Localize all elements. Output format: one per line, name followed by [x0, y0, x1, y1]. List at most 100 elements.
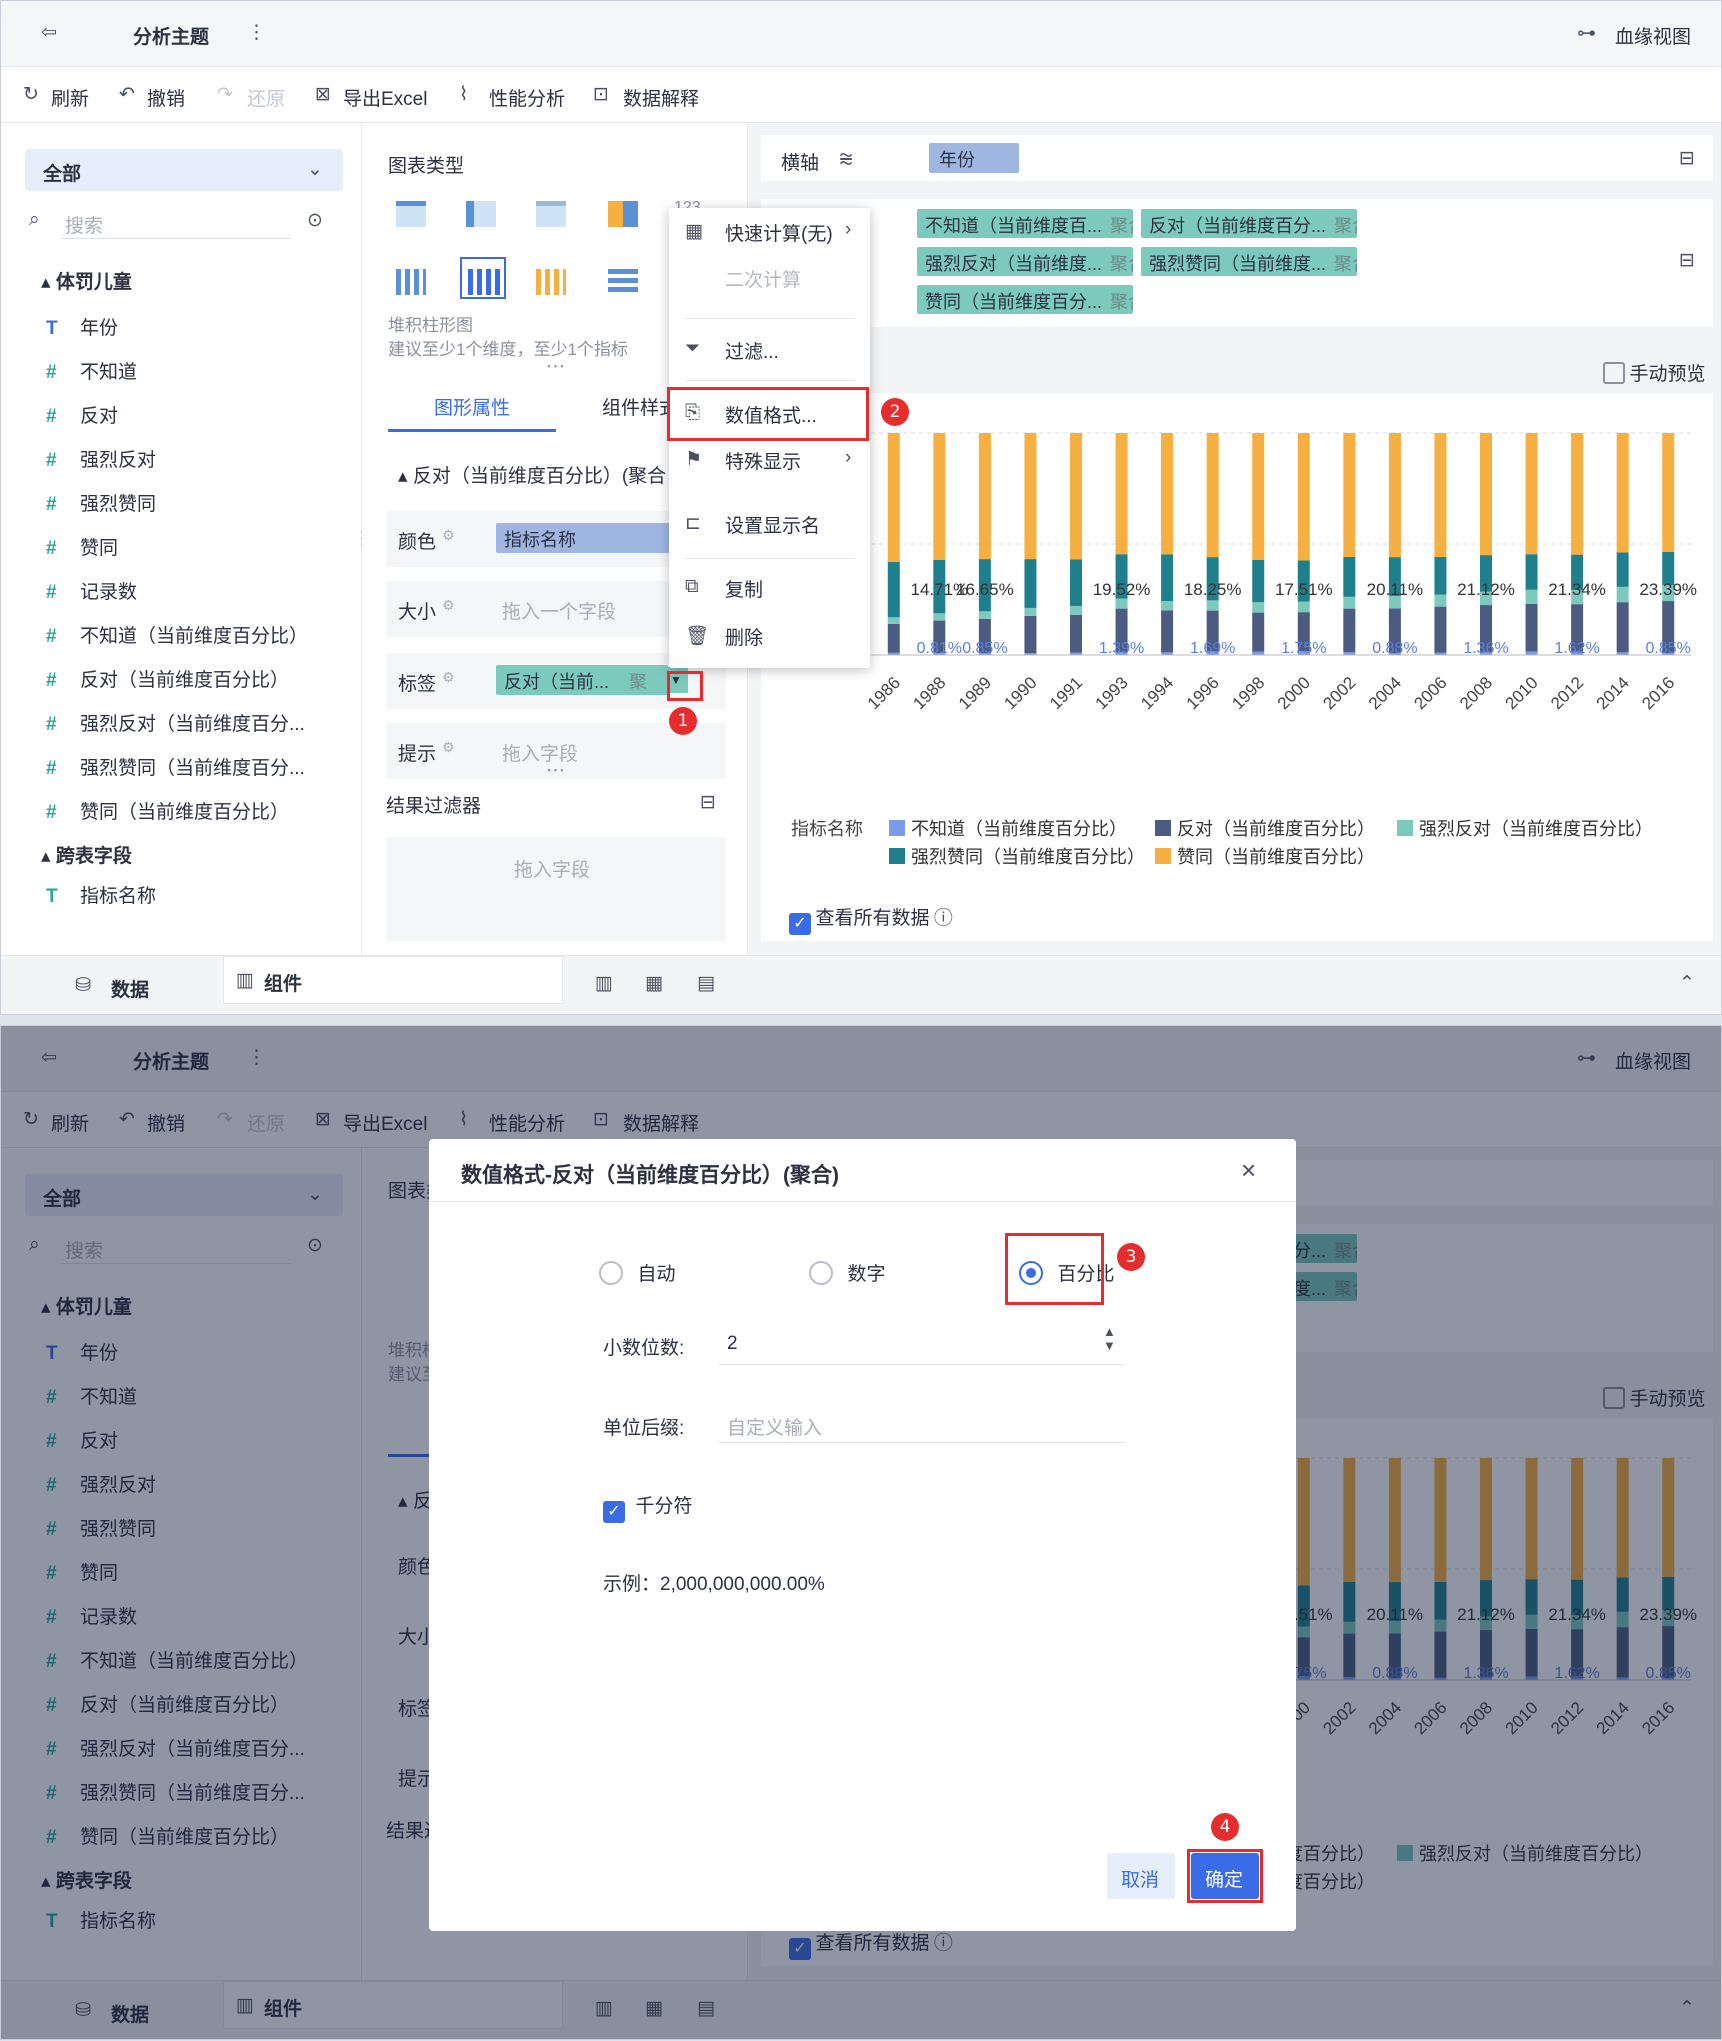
menu-second-calc[interactable]: 二次计算: [669, 254, 870, 300]
add-table-icon[interactable]: ▦: [645, 972, 663, 995]
field-item[interactable]: # 记录数: [46, 577, 137, 604]
field-item[interactable]: T 年份: [46, 313, 118, 340]
step-3-highlight: [1005, 1233, 1104, 1305]
menu-special-label: 特殊显示: [725, 452, 802, 473]
bar-segment: [1525, 433, 1538, 555]
excel-icon[interactable]: ⊠: [315, 83, 331, 106]
x-field-pill[interactable]: 年份: [929, 143, 1019, 173]
y-field-pill[interactable]: 不知道（当前维度百... 聚合: [917, 209, 1133, 238]
performance-button[interactable]: 性能分析: [489, 84, 565, 111]
y-field-pill[interactable]: 强烈反对（当前维度... 聚合: [917, 247, 1133, 276]
field-item[interactable]: # 强烈反对（当前维度百分...: [46, 709, 305, 736]
group-title[interactable]: ▴ 体罚儿童: [41, 267, 132, 294]
field-item[interactable]: # 强烈反对: [46, 445, 156, 472]
field-item[interactable]: # 不知道（当前维度百分比）: [46, 621, 308, 648]
field-item[interactable]: # 强烈赞同（当前维度百分...: [46, 753, 305, 780]
more-options-icon[interactable]: ⊙: [307, 209, 323, 232]
gear-icon[interactable]: ⚙: [442, 739, 455, 756]
export-excel-button[interactable]: 导出Excel: [343, 84, 427, 111]
refresh-button[interactable]: 刷新: [51, 84, 89, 111]
axis-settings-icon[interactable]: ⊟: [1679, 147, 1695, 170]
detail-table-icon[interactable]: [536, 201, 566, 227]
menu-filter[interactable]: ⏷ 过滤...: [669, 326, 870, 372]
field-item[interactable]: # 强烈赞同: [46, 489, 156, 516]
drag-handle-icon[interactable]: ⋯: [546, 759, 565, 782]
redo-button[interactable]: 还原: [247, 84, 285, 111]
info-icon[interactable]: ⓘ: [934, 908, 953, 929]
cross-table-icon[interactable]: [466, 201, 496, 227]
exit-icon[interactable]: ⇦: [41, 21, 57, 44]
manual-preview-checkbox[interactable]: 手动预览: [1603, 359, 1705, 386]
tooltip-drop-zone[interactable]: 拖入字段: [502, 739, 578, 766]
cross-group-title[interactable]: ▴ 跨表字段: [41, 841, 132, 868]
horizontal-bar-icon[interactable]: [608, 269, 638, 295]
stepper-icon[interactable]: ▲ ▼: [1103, 1325, 1116, 1353]
stacked-bar-icon[interactable]: [460, 257, 506, 299]
menu-display-name[interactable]: ⊏ 设置显示名: [669, 500, 870, 546]
axis-settings-icon[interactable]: ⊟: [1679, 249, 1695, 272]
scope-select[interactable]: 全部 ⌄: [25, 149, 343, 191]
explain-icon[interactable]: ⊡: [593, 83, 609, 106]
radio-auto[interactable]: 自动: [599, 1259, 675, 1286]
field-item[interactable]: # 反对（当前维度百分比）: [46, 665, 289, 692]
component-tab[interactable]: ▥ 组件: [223, 956, 563, 1004]
undo-button[interactable]: 撤销: [147, 84, 185, 111]
field-item[interactable]: # 反对: [46, 401, 118, 428]
tab-shape-properties[interactable]: 图形属性: [434, 393, 510, 420]
chart-canvas: 0.00%%%..反/（比1986198814.71%0.81%198916.6…: [761, 393, 1713, 941]
field-item[interactable]: # 赞同（当前维度百分比）: [46, 797, 289, 824]
collapse-up-icon[interactable]: ⌃: [1679, 972, 1695, 995]
field-item[interactable]: # 赞同: [46, 533, 118, 560]
add-chart-icon[interactable]: ▥: [595, 972, 613, 995]
undo-icon[interactable]: ↶: [119, 83, 135, 106]
block-chart-icon[interactable]: [608, 201, 638, 227]
gear-icon[interactable]: ⚙: [442, 527, 455, 544]
data-tab[interactable]: 数据: [111, 975, 149, 1002]
bar-segment: [1024, 559, 1037, 608]
table-chart-icon[interactable]: [396, 201, 426, 227]
bar-segment: [978, 433, 991, 560]
menu-quick-calc[interactable]: ▦ 快速计算(无) ›: [669, 208, 870, 254]
menu-delete[interactable]: 🗑 删除: [669, 612, 870, 658]
field-item[interactable]: T 指标名称: [46, 881, 156, 908]
cancel-button[interactable]: 取消: [1107, 1853, 1175, 1899]
radio-number[interactable]: 数字: [809, 1259, 885, 1286]
color-field-pill[interactable]: 指标名称: [496, 523, 696, 553]
y-field-pill[interactable]: 反对（当前维度百分... 聚合: [1141, 209, 1357, 238]
view-all-data-checkbox[interactable]: ✓ 查看所有数据 ⓘ: [789, 903, 953, 935]
y-field-pill[interactable]: 赞同（当前维度百分... 聚合: [917, 285, 1133, 314]
unit-input[interactable]: 自定义输入: [719, 1401, 1125, 1443]
performance-icon[interactable]: ⌇: [459, 83, 468, 106]
size-drop-zone[interactable]: 拖入一个字段: [502, 597, 616, 624]
grouped-bar-icon[interactable]: [396, 269, 426, 295]
lineage-button[interactable]: 血缘视图: [1615, 22, 1691, 49]
decimal-input[interactable]: 2 ▲ ▼: [719, 1323, 1125, 1365]
field-item[interactable]: # 不知道: [46, 357, 137, 384]
label-field-pill[interactable]: 反对（当前... 聚: [496, 665, 668, 695]
measure-name: 反对（当前维度百分比）(聚合: [412, 466, 667, 487]
add-text-icon[interactable]: ▤: [697, 972, 715, 995]
refresh-icon[interactable]: ↻: [23, 83, 39, 106]
filter-drop-zone[interactable]: 拖入字段: [386, 837, 726, 941]
bar-segment: [1343, 556, 1356, 597]
data-label: 0.85%: [1646, 640, 1691, 657]
bar-chart-icon[interactable]: [536, 269, 566, 295]
close-icon[interactable]: ×: [1241, 1155, 1256, 1186]
lineage-icon[interactable]: ⊶: [1577, 22, 1596, 45]
explain-button[interactable]: 数据解释: [623, 84, 699, 111]
gear-icon[interactable]: ⚙: [442, 597, 455, 614]
vertical-dots-icon[interactable]: ⋮: [247, 21, 266, 44]
redo-icon[interactable]: ↷: [217, 83, 233, 106]
legend-item: 强烈反对（当前维度百分比）: [1419, 819, 1653, 839]
search-input[interactable]: 搜索: [61, 203, 291, 239]
x-tick-label: 2014: [1593, 673, 1633, 713]
y-field-pill[interactable]: 强烈赞同（当前维度... 聚合: [1141, 247, 1357, 276]
drag-handle-icon[interactable]: ⋯: [546, 355, 565, 378]
bar-segment: [1252, 433, 1265, 560]
filter-settings-icon[interactable]: ⊟: [700, 791, 716, 814]
gear-icon[interactable]: ⚙: [442, 669, 455, 686]
thousands-checkbox[interactable]: ✓ 千分符: [603, 1491, 692, 1523]
menu-special-display[interactable]: ⚑ 特殊显示 ›: [669, 436, 870, 482]
menu-copy[interactable]: ⧉ 复制: [669, 564, 870, 610]
axis-type-icon[interactable]: ⩬: [839, 145, 853, 173]
